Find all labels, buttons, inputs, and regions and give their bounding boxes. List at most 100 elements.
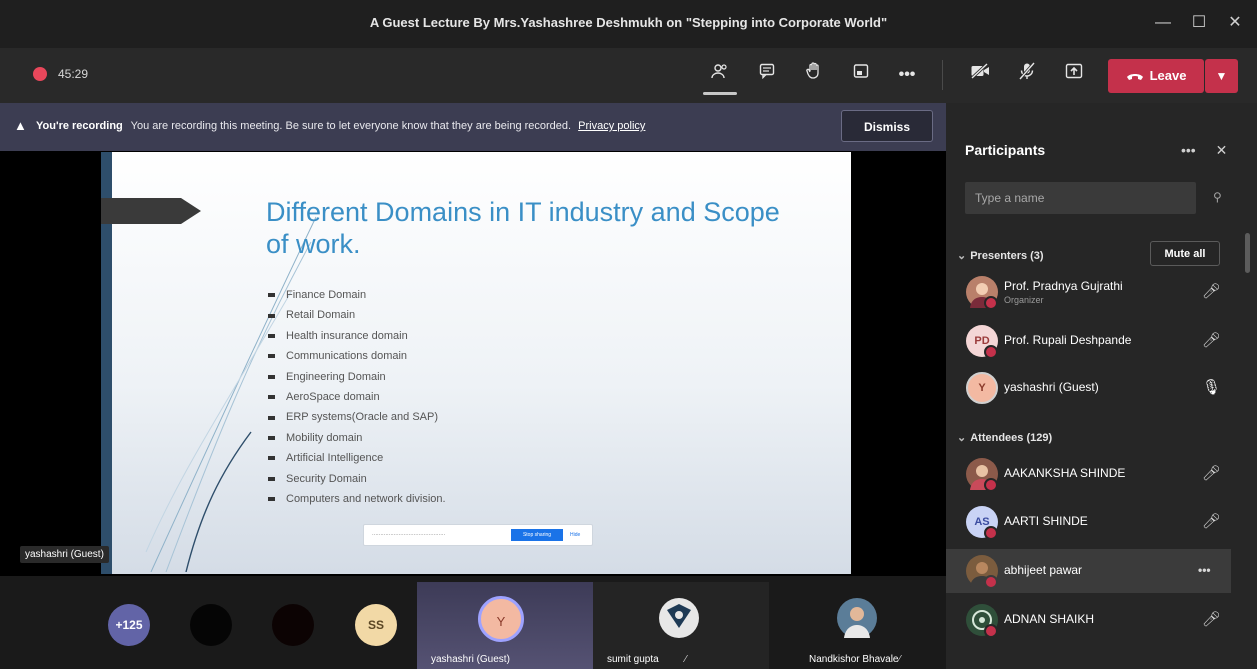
stop-sharing-button[interactable]: Stop sharing: [511, 529, 563, 541]
active-speaker-tile[interactable]: Y yashashri (Guest): [417, 582, 593, 669]
shared-slide: Different Domains in IT industry and Sco…: [101, 152, 851, 574]
share-notice-text: ········································…: [372, 532, 446, 538]
close-button[interactable]: ✕: [1222, 10, 1248, 36]
participant-name: AARTI SHINDE: [1004, 514, 1088, 528]
list-item: Finance Domain: [268, 285, 446, 305]
banner-text: You're recording You are recording this …: [36, 120, 645, 132]
list-item: Mobility domain: [268, 428, 446, 448]
window-title: A Guest Lecture By Mrs.Yashashree Deshmu…: [369, 15, 888, 30]
participant-name: AAKANKSHA SHINDE: [1004, 466, 1126, 480]
list-item: Health insurance domain: [268, 326, 446, 346]
list-item: Computers and network division.: [268, 489, 446, 509]
list-item: Engineering Domain: [268, 367, 446, 387]
hide-button[interactable]: Hide: [570, 532, 580, 538]
avatar: Y: [966, 372, 998, 404]
leave-options-chevron-down-icon[interactable]: ▼: [1205, 59, 1238, 93]
participant-name: Nandkishor Bhavale: [809, 654, 899, 665]
rooms-icon[interactable]: [848, 62, 874, 88]
status-icon: [984, 575, 998, 589]
speaker-name-tag: yashashri (Guest): [20, 546, 109, 563]
warning-icon: ▲: [14, 118, 27, 133]
people-icon[interactable]: [707, 62, 733, 88]
participant-row[interactable]: Y yashashri (Guest) 🎙︎: [946, 366, 1231, 410]
chevron-down-icon: ⌄: [957, 250, 967, 262]
more-icon[interactable]: •••: [1198, 563, 1211, 577]
list-item: Security Domain: [268, 469, 446, 489]
status-icon: [984, 345, 998, 359]
maximize-button[interactable]: ☐: [1186, 10, 1212, 36]
avatar: [659, 598, 699, 638]
mic-off-icon[interactable]: 🎤︎: [1202, 610, 1221, 628]
avatar: Y: [478, 596, 524, 642]
link-icon[interactable]: ⚲: [1213, 190, 1222, 204]
participant-tile[interactable]: Nandkishor Bhavale ⁄: [769, 582, 946, 669]
mute-all-button[interactable]: Mute all: [1150, 241, 1220, 266]
recording-banner: ▲ You're recording You are recording thi…: [0, 103, 946, 151]
participant-name: Prof. Pradnya Gujrathi: [1004, 279, 1123, 293]
participant-name: sumit gupta: [607, 654, 659, 665]
list-item: Communications domain: [268, 346, 446, 366]
attendees-section-header[interactable]: ⌄ Attendees (129): [957, 431, 1052, 444]
participant-row[interactable]: Prof. Pradnya Gujrathi Organizer 🎤︎: [946, 270, 1231, 314]
avatar: SS: [355, 604, 397, 646]
participant-name: yashashri (Guest): [1004, 380, 1099, 394]
active-tab-indicator: [703, 92, 737, 95]
leave-button[interactable]: Leave: [1108, 59, 1204, 93]
raise-hand-icon[interactable]: [801, 62, 827, 88]
mic-off-icon[interactable]: 🎤︎: [1202, 512, 1221, 530]
participant-row[interactable]: AAKANKSHA SHINDE 🎤︎: [946, 452, 1231, 496]
mic-off-icon: ⁄: [899, 654, 901, 665]
privacy-policy-link[interactable]: Privacy policy: [578, 120, 645, 132]
leave-label: Leave: [1149, 68, 1187, 83]
participant-row[interactable]: ADNAN SHAIKH 🎤︎: [946, 598, 1231, 642]
avatar: [190, 604, 232, 646]
mic-on-icon[interactable]: 🎙︎: [1202, 378, 1221, 396]
panel-scrollbar[interactable]: [1245, 233, 1250, 273]
chevron-down-icon: ⌄: [957, 432, 967, 444]
avatar: [272, 604, 314, 646]
mic-off-icon[interactable]: 🎤︎: [1202, 282, 1221, 300]
panel-header-icons: ••• ✕: [1181, 142, 1227, 159]
toolbar-divider: [942, 60, 943, 90]
mic-off-icon[interactable]: 🎤︎: [1202, 331, 1221, 349]
list-item: Retail Domain: [268, 305, 446, 325]
meeting-toolbar: 45:29 ••• Leave ▼: [0, 48, 1257, 103]
mic-off-icon: ⁄: [685, 654, 687, 665]
more-participants-button[interactable]: +125: [108, 604, 150, 646]
participant-row[interactable]: PD Prof. Rupali Deshpande 🎤︎: [946, 319, 1231, 363]
participant-name: ADNAN SHAIKH: [1004, 612, 1095, 626]
share-screen-icon[interactable]: [1061, 62, 1087, 88]
more-options-icon[interactable]: •••: [894, 62, 920, 88]
minimize-button[interactable]: —: [1150, 10, 1176, 36]
camera-off-icon[interactable]: [967, 62, 993, 88]
status-icon: [984, 526, 998, 540]
list-item: Artificial Intelligence: [268, 448, 446, 468]
participant-search-input[interactable]: [965, 182, 1196, 214]
participant-role: Organizer: [1004, 295, 1044, 305]
panel-title: Participants: [965, 142, 1046, 158]
slide-title: Different Domains in IT industry and Sco…: [266, 197, 780, 259]
participant-name: yashashri (Guest): [431, 654, 510, 665]
slide-bullet-list: Finance Domain Retail Domain Health insu…: [268, 285, 446, 509]
more-icon[interactable]: •••: [1181, 142, 1196, 158]
presenters-section-header[interactable]: ⌄ Presenters (3): [957, 249, 1044, 262]
banner-message: You are recording this meeting. Be sure …: [130, 120, 572, 132]
mic-off-icon[interactable]: [1014, 62, 1040, 88]
chat-icon[interactable]: [754, 62, 780, 88]
mic-off-icon[interactable]: 🎤︎: [1202, 464, 1221, 482]
close-icon[interactable]: ✕: [1216, 142, 1228, 158]
hang-up-icon: [1126, 60, 1144, 94]
list-item: AeroSpace domain: [268, 387, 446, 407]
status-icon: [984, 296, 998, 310]
avatar: [837, 598, 877, 638]
recording-indicator-icon: [33, 67, 47, 81]
participant-row[interactable]: abhijeet pawar •••: [946, 549, 1231, 593]
banner-heading: You're recording: [36, 120, 123, 132]
participant-row[interactable]: AS AARTI SHINDE 🎤︎: [946, 500, 1231, 544]
dismiss-button[interactable]: Dismiss: [841, 110, 933, 142]
title-bar: A Guest Lecture By Mrs.Yashashree Deshmu…: [0, 0, 1257, 48]
participant-tile[interactable]: sumit gupta ⁄: [593, 582, 769, 669]
status-icon: [984, 478, 998, 492]
screen-share-notice: ········································…: [363, 524, 593, 546]
participant-name: Prof. Rupali Deshpande: [1004, 333, 1132, 347]
